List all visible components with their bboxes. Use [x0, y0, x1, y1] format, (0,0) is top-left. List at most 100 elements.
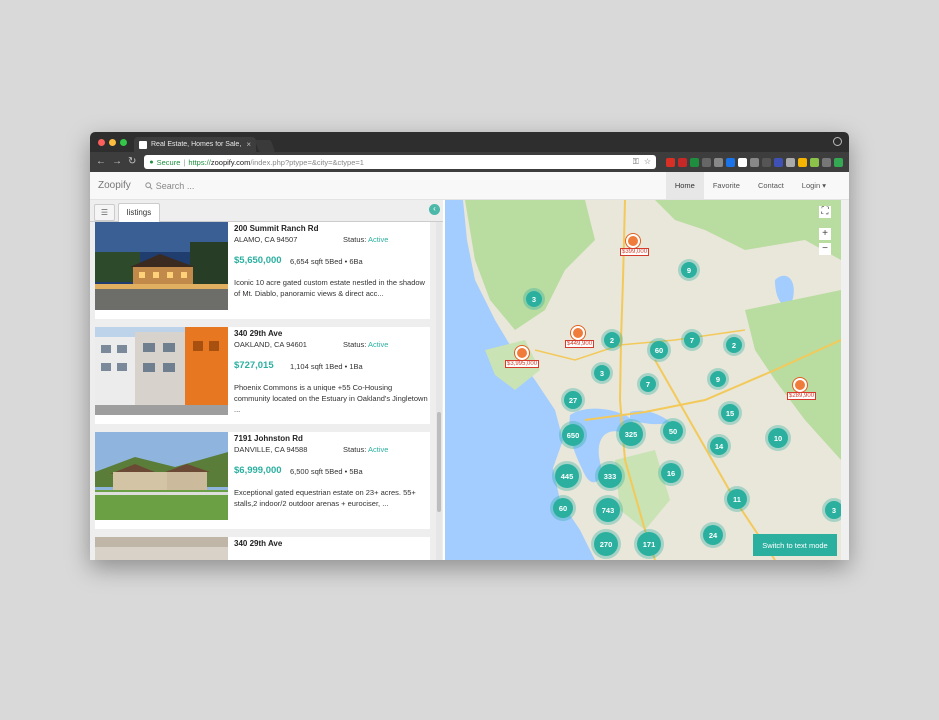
nav-login[interactable]: Login ▾ — [793, 172, 835, 199]
map-cluster-marker[interactable]: 2 — [601, 329, 623, 351]
url-separator: | — [183, 157, 186, 167]
extension-icon[interactable] — [714, 157, 723, 167]
search-icon — [145, 181, 153, 190]
listing-city: ALAMO, CA 94507 — [234, 235, 298, 244]
extension-icon[interactable] — [762, 157, 771, 167]
listing-address[interactable]: 340 29th Ave — [234, 329, 282, 338]
zoom-out-button[interactable]: − — [819, 243, 831, 255]
map-cluster-marker[interactable]: 16 — [658, 460, 684, 486]
map-cluster-marker[interactable]: 743 — [593, 495, 623, 525]
listing-description: Iconic 10 acre gated custom estate nestl… — [234, 278, 425, 298]
extension-icon[interactable] — [678, 157, 687, 167]
map-cluster-marker[interactable]: 3 — [591, 362, 613, 384]
close-window-button[interactable] — [98, 139, 105, 146]
extension-icon[interactable] — [690, 157, 699, 167]
search-input[interactable]: Search ... — [156, 181, 195, 191]
extension-icon[interactable] — [786, 157, 795, 167]
listing-card[interactable]: 340 29th Ave — [95, 537, 430, 560]
map-cluster-marker[interactable]: 445 — [552, 461, 582, 491]
cluster-count: 3 — [825, 501, 841, 519]
map-cluster-marker[interactable]: 650 — [559, 421, 587, 449]
listing-address[interactable]: 340 29th Ave — [234, 539, 282, 548]
map-cluster-marker[interactable]: 14 — [707, 434, 731, 458]
filter-button[interactable]: ☰ — [94, 204, 115, 221]
collapse-panel-icon[interactable]: ‹ — [429, 204, 440, 215]
map-cluster-marker[interactable]: 3 — [523, 288, 545, 310]
map-cluster-marker[interactable]: 7 — [681, 329, 703, 351]
map-cluster-marker[interactable]: 27 — [561, 388, 585, 412]
maximize-window-button[interactable] — [120, 139, 127, 146]
listing-card[interactable]: 340 29th Ave OAKLAND, CA 94601 Status: A… — [95, 327, 430, 424]
extension-icon[interactable] — [798, 157, 807, 167]
map-cluster-marker[interactable]: 7 — [637, 373, 659, 395]
tab-listings[interactable]: listings — [118, 203, 160, 223]
map-cluster-marker[interactable]: 24 — [700, 522, 726, 548]
profile-icon[interactable] — [833, 137, 842, 146]
cluster-count: 10 — [768, 428, 788, 448]
cluster-count: 60 — [553, 498, 573, 518]
zoom-in-button[interactable]: + — [819, 228, 831, 240]
extension-icon[interactable] — [666, 157, 675, 167]
map-cluster-marker[interactable]: 60 — [647, 338, 671, 362]
map-cluster-marker[interactable]: 50 — [660, 418, 686, 444]
cluster-count: 11 — [727, 489, 747, 509]
map-cluster-marker[interactable]: 325 — [616, 419, 646, 449]
price-pin-label: $399,000 — [620, 248, 650, 256]
map-cluster-marker[interactable]: 3 — [822, 498, 841, 522]
map-view[interactable]: 9 3 2 7 2 60 3 7 9 27 15 650 325 50 14 10 445 333 16 60 743 1… — [445, 200, 841, 560]
extension-icon[interactable] — [834, 157, 843, 167]
listing-card[interactable]: 7191 Johnston Rd DANVILLE, CA 94588 Stat… — [95, 432, 430, 529]
tab-close-icon[interactable]: × — [246, 140, 251, 149]
listings-panel: ☰ listings ‹ 200 Summit Ranch Rd ALAMO, … — [90, 200, 443, 560]
nav-home[interactable]: Home — [665, 172, 704, 199]
map-cluster-marker[interactable]: 15 — [718, 401, 742, 425]
back-icon[interactable]: ← — [96, 157, 106, 167]
bookmark-star-icon[interactable]: ☆ — [644, 157, 651, 167]
site-search[interactable]: Search ... — [145, 181, 195, 191]
map-cluster-marker[interactable]: 9 — [678, 259, 700, 281]
map-cluster-marker[interactable]: 2 — [723, 334, 745, 356]
map-cluster-marker[interactable]: 9 — [707, 368, 729, 390]
key-icon[interactable]: ⚿ — [633, 157, 639, 167]
cluster-count: 171 — [637, 532, 661, 556]
map-cluster-marker[interactable]: 10 — [765, 425, 791, 451]
extension-icon[interactable] — [774, 157, 783, 167]
switch-to-text-mode-button[interactable]: Switch to text mode — [753, 534, 837, 556]
fullscreen-icon[interactable]: ⛶ — [819, 206, 831, 218]
map-cluster-marker[interactable]: 171 — [634, 529, 664, 559]
listings-scrollbar[interactable] — [436, 222, 442, 560]
cluster-count: 9 — [710, 371, 726, 387]
map-cluster-marker[interactable]: 333 — [595, 461, 625, 491]
new-tab-button[interactable] — [254, 140, 276, 152]
listing-address[interactable]: 200 Summit Ranch Rd — [234, 224, 318, 233]
extension-icon[interactable] — [810, 157, 819, 167]
minimize-window-button[interactable] — [109, 139, 116, 146]
browser-tab[interactable]: Real Estate, Homes for Sale, M × — [134, 137, 256, 152]
extension-icon[interactable] — [726, 157, 735, 167]
extension-icon[interactable] — [702, 157, 711, 167]
nav-contact[interactable]: Contact — [749, 172, 793, 199]
listing-price: $6,999,000 — [234, 465, 282, 476]
scrollbar-thumb[interactable] — [437, 412, 441, 512]
cluster-count: 7 — [684, 332, 700, 348]
listing-address[interactable]: 7191 Johnston Rd — [234, 434, 303, 443]
cluster-count: 60 — [650, 341, 668, 359]
extension-icon[interactable] — [750, 157, 759, 167]
extension-icon[interactable] — [738, 157, 747, 167]
url-field[interactable]: ● Secure | https://zoopify.com/index.php… — [144, 155, 656, 169]
nav-favorite[interactable]: Favorite — [704, 172, 749, 199]
listing-card[interactable]: 200 Summit Ranch Rd ALAMO, CA 94507 Stat… — [95, 222, 430, 319]
listing-status: Status: Active — [343, 445, 389, 454]
house-pin-icon — [571, 326, 585, 340]
cluster-count: 3 — [526, 291, 542, 307]
brand-logo[interactable]: Zoopify — [98, 180, 131, 191]
reload-icon[interactable]: ↻ — [128, 157, 136, 167]
map-cluster-marker[interactable]: 60 — [550, 495, 576, 521]
listings-list: 200 Summit Ranch Rd ALAMO, CA 94507 Stat… — [95, 222, 432, 560]
map-cluster-marker[interactable]: 11 — [724, 486, 750, 512]
extension-icon[interactable] — [822, 157, 831, 167]
map-cluster-marker[interactable]: 270 — [591, 529, 621, 559]
secure-label: Secure — [156, 157, 181, 167]
map-scrollbar[interactable] — [841, 200, 849, 560]
forward-icon[interactable]: → — [112, 157, 122, 167]
